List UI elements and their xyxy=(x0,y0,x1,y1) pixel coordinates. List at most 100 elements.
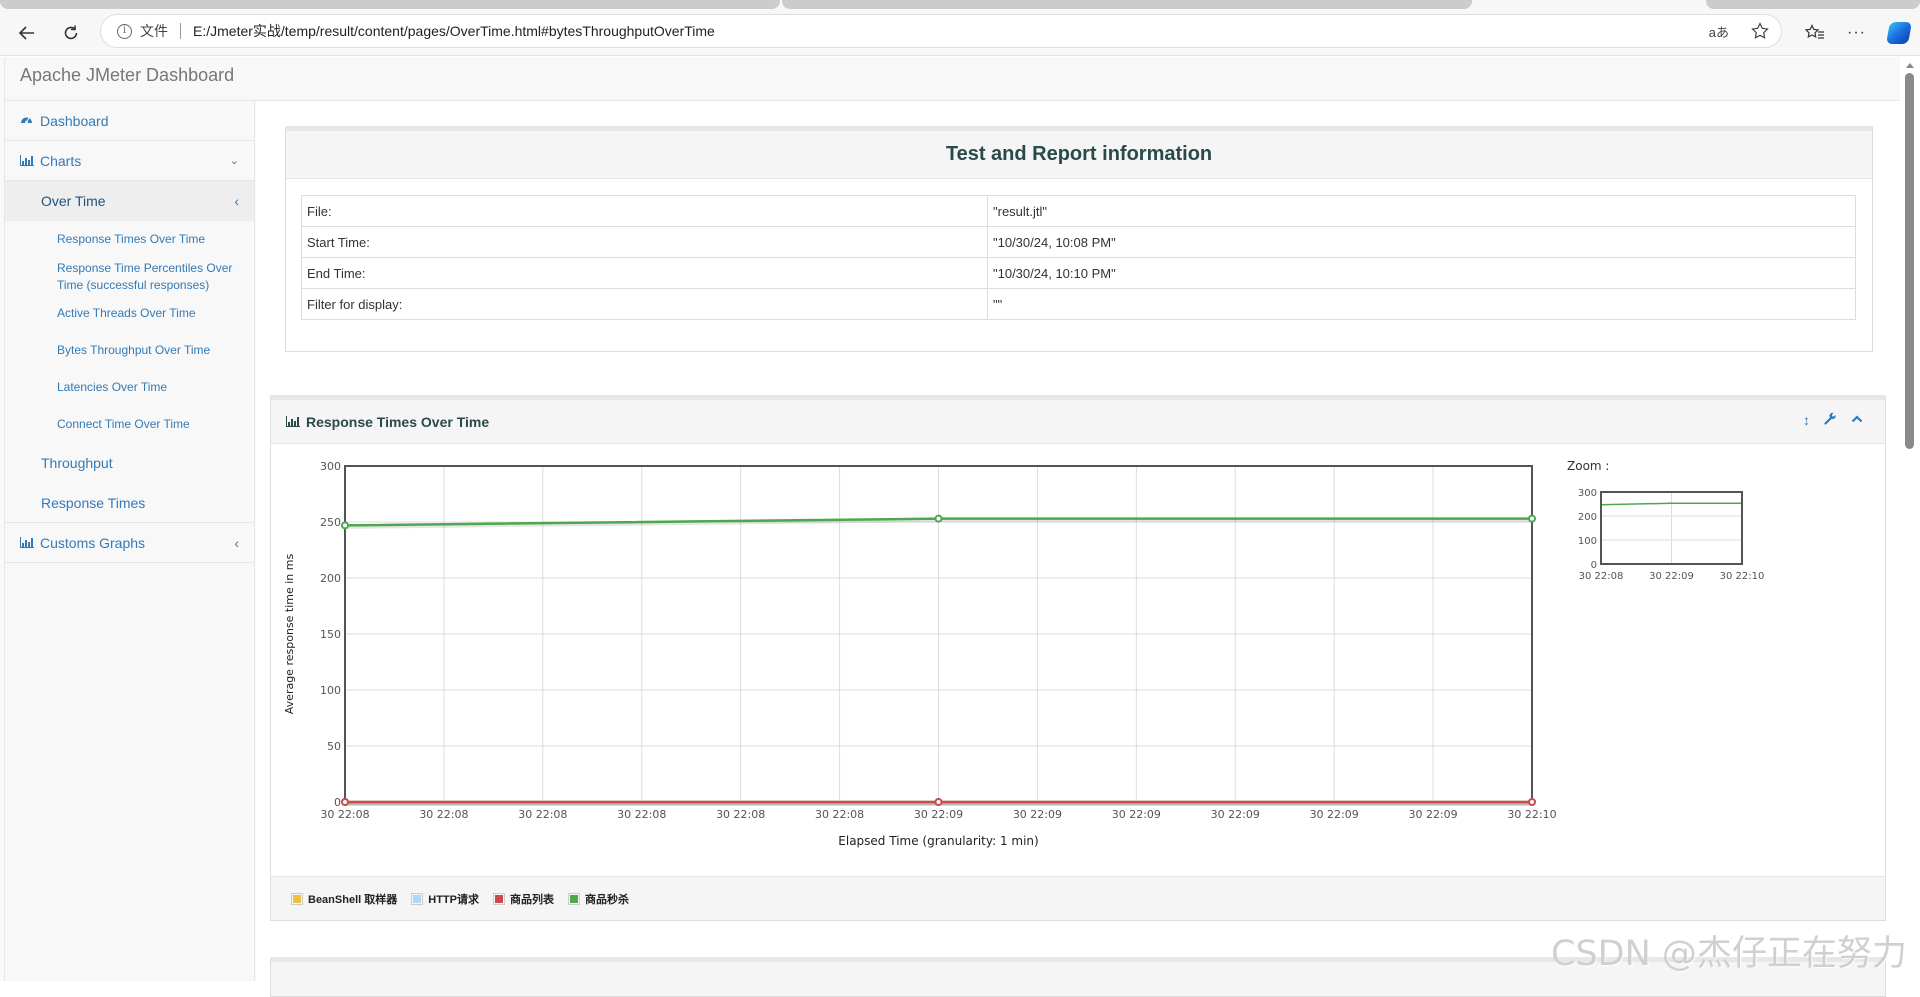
row-value: "result.jtl" xyxy=(987,195,1856,227)
sidebar-item-response-times-over-time[interactable]: Response Times Over Time xyxy=(5,221,254,258)
sidebar-item-connect-time[interactable]: Connect Time Over Time xyxy=(5,406,254,443)
sidebar: Dashboard Charts ⌄ Over Time ‹ Response … xyxy=(4,101,255,981)
sidebar-item-label: Latencies Over Time xyxy=(57,380,168,394)
favorite-star-icon[interactable] xyxy=(1751,22,1769,40)
sidebar-item-label: Response Time Percentiles Over Time (suc… xyxy=(57,260,233,292)
table-row: File: "result.jtl" xyxy=(301,195,1856,227)
url-text[interactable]: E:/Jmeter实战/temp/result/content/pages/Ov… xyxy=(193,21,715,41)
chevron-left-icon: ‹ xyxy=(234,193,239,209)
sidebar-item-custom-graphs[interactable]: Customs Graphs ‹ xyxy=(5,523,254,563)
page-scrollbar[interactable] xyxy=(1900,57,1920,981)
y-tick-label: 100 xyxy=(320,684,341,697)
sidebar-item-label: Active Threads Over Time xyxy=(57,306,196,320)
more-options-icon[interactable]: ··· xyxy=(1847,24,1866,42)
x-tick-label: 30 22:09 xyxy=(1112,808,1161,821)
overview-x-tick-label: 30 22:08 xyxy=(1579,571,1624,582)
sidebar-item-response-times[interactable]: Response Times xyxy=(5,483,254,523)
y-tick-label: 200 xyxy=(320,572,341,585)
address-bar[interactable]: i 文件 E:/Jmeter实战/temp/result/content/pag… xyxy=(100,14,1782,48)
x-tick-label: 30 22:08 xyxy=(716,808,765,821)
scrollbar-thumb[interactable] xyxy=(1905,73,1914,449)
row-value: "" xyxy=(987,288,1856,320)
file-label: 文件 xyxy=(140,23,168,39)
x-tick-label: 30 22:08 xyxy=(815,808,864,821)
x-tick-label: 30 22:09 xyxy=(1013,808,1062,821)
x-tick-label: 30 22:08 xyxy=(419,808,468,821)
table-row: End Time: "10/30/24, 10:10 PM" xyxy=(301,257,1856,289)
browser-tab[interactable] xyxy=(782,0,1472,9)
legend-item[interactable]: 商品秒杀 xyxy=(567,891,629,907)
read-aloud-icon[interactable]: aあ xyxy=(1709,22,1729,41)
row-key: File: xyxy=(301,195,988,227)
data-point xyxy=(1528,798,1536,806)
sidebar-item-dashboard[interactable]: Dashboard xyxy=(5,101,254,141)
legend-item[interactable]: 商品列表 xyxy=(492,891,554,907)
row-value: "10/30/24, 10:10 PM" xyxy=(987,257,1856,289)
copilot-icon[interactable] xyxy=(1886,22,1912,44)
test-report-info-panel: Test and Report information File: "result… xyxy=(285,126,1873,352)
y-axis-label: Average response time in ms xyxy=(283,554,296,715)
reload-button[interactable] xyxy=(56,18,86,48)
sidebar-item-response-time-percentiles[interactable]: Response Time Percentiles Over Time (suc… xyxy=(5,258,254,295)
legend-swatch xyxy=(567,892,580,905)
overview-x-tick-label: 30 22:09 xyxy=(1649,571,1694,582)
sidebar-item-latencies[interactable]: Latencies Over Time xyxy=(5,369,254,406)
favorites-icon[interactable] xyxy=(1805,24,1825,42)
wrench-settings-icon[interactable] xyxy=(1824,412,1837,428)
browser-tab[interactable] xyxy=(0,0,780,9)
chart-body: 0 50 100 150 200 250 300 30 22:08 30 22:08 30 22:… xyxy=(271,444,1885,872)
brand-title[interactable]: Apache JMeter Dashboard xyxy=(20,65,234,86)
x-tick-label: 30 22:09 xyxy=(1211,808,1260,821)
resize-vertical-icon[interactable]: ↕ xyxy=(1803,412,1810,428)
navbar: Apache JMeter Dashboard xyxy=(4,57,1900,101)
sidebar-item-bytes-throughput[interactable]: Bytes Throughput Over Time xyxy=(5,332,254,369)
site-info-icon[interactable]: i xyxy=(117,23,132,39)
response-times-chart[interactable]: 0 50 100 150 200 250 300 30 22:08 30 22:08 30 22:… xyxy=(271,444,1885,872)
chart-legend: BeanShell 取样器 HTTP请求 商品列表 商品秒杀 xyxy=(271,876,1885,920)
legend-label: 商品列表 xyxy=(509,893,554,906)
row-value: "10/30/24, 10:08 PM" xyxy=(987,226,1856,258)
sidebar-item-label: Response Times Over Time xyxy=(57,232,206,246)
sidebar-item-over-time[interactable]: Over Time ‹ xyxy=(5,181,254,221)
row-key: End Time: xyxy=(301,257,988,289)
x-axis-label: Elapsed Time (granularity: 1 min) xyxy=(838,834,1038,848)
browser-toolbar: i 文件 E:/Jmeter实战/temp/result/content/pag… xyxy=(0,10,1920,56)
table-row: Start Time: "10/30/24, 10:08 PM" xyxy=(301,226,1856,258)
legend-label: HTTP请求 xyxy=(428,893,479,906)
sidebar-item-throughput[interactable]: Throughput xyxy=(5,443,254,483)
back-button[interactable] xyxy=(12,18,42,48)
legend-item[interactable]: HTTP请求 xyxy=(411,891,479,907)
sidebar-item-label: Response Times xyxy=(41,494,146,511)
chevron-left-icon: ‹ xyxy=(234,534,239,551)
address-separator xyxy=(180,23,181,39)
info-table: File: "result.jtl" Start Time: "10/30/24, … xyxy=(301,195,1856,320)
table-row: Filter for display: "" xyxy=(301,288,1856,320)
panel-heading: Response Times Over Time ↕ xyxy=(271,400,1885,444)
overview-y-tick-label: 200 xyxy=(1578,512,1597,523)
sidebar-item-label: Over Time xyxy=(41,193,106,209)
panel-title: Test and Report information xyxy=(945,143,1213,165)
x-tick-label: 30 22:09 xyxy=(914,808,963,821)
sidebar-item-label: Connect Time Over Time xyxy=(57,417,190,431)
sidebar-item-active-threads[interactable]: Active Threads Over Time xyxy=(5,295,254,332)
browser-tab[interactable] xyxy=(1706,0,1920,9)
legend-swatch xyxy=(291,892,303,905)
row-key: Start Time: xyxy=(301,226,988,258)
overview-y-tick-label: 0 xyxy=(1591,560,1597,571)
legend-item[interactable]: BeanShell 取样器 xyxy=(291,891,397,907)
sidebar-item-charts[interactable]: Charts ⌄ xyxy=(5,141,254,181)
zoom-label: Zoom : xyxy=(1567,459,1609,473)
overview-x-tick-label: 30 22:10 xyxy=(1720,571,1765,582)
collapse-chevron-up-icon[interactable] xyxy=(1851,412,1863,428)
data-point xyxy=(934,514,943,523)
reload-icon xyxy=(64,25,78,40)
y-tick-label: 50 xyxy=(327,740,341,753)
scroll-up-arrow-icon[interactable] xyxy=(1906,63,1914,68)
legend-label: 商品秒杀 xyxy=(584,893,629,906)
sidebar-item-label: Throughput xyxy=(41,455,113,471)
sidebar-item-label: Bytes Throughput Over Time xyxy=(57,343,211,357)
x-tick-label: 30 22:09 xyxy=(1408,808,1457,821)
x-tick-label: 30 22:08 xyxy=(617,808,666,821)
overview-y-tick-label: 100 xyxy=(1578,536,1597,547)
data-point xyxy=(341,521,349,530)
